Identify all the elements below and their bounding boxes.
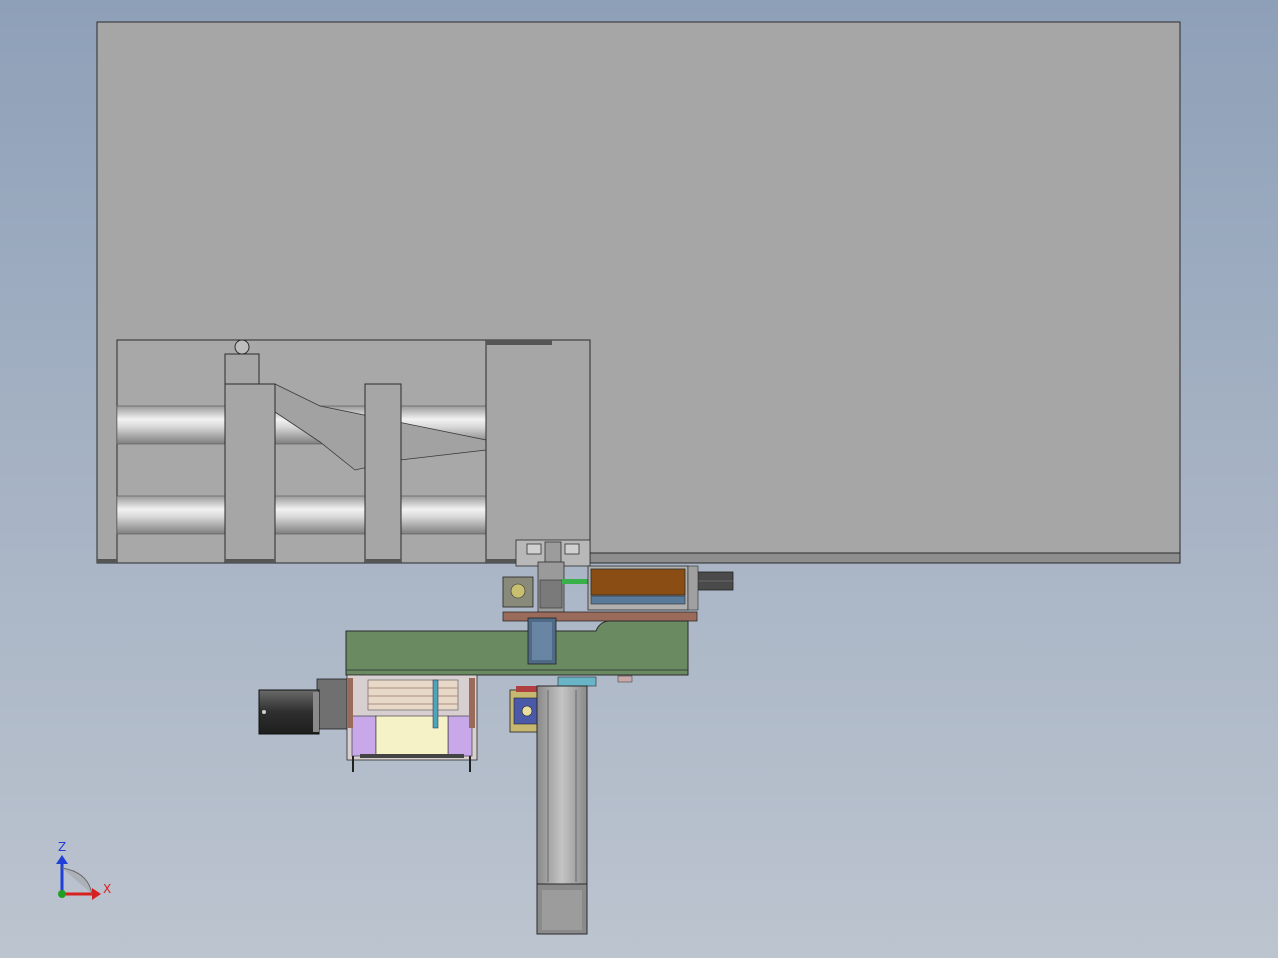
- foot-2: [225, 559, 275, 563]
- platen-left-top[interactable]: [224, 353, 260, 385]
- copper-side-right: [469, 678, 475, 728]
- violet-block-right[interactable]: [447, 715, 473, 757]
- cad-graphics-viewport[interactable]: Z X: [0, 0, 1278, 958]
- small-fitting: [617, 675, 633, 683]
- lift-block-bolt: [521, 705, 533, 717]
- x-axis-arrow: [92, 888, 101, 900]
- teal-pin[interactable]: [432, 679, 439, 729]
- gripper-center[interactable]: [544, 541, 562, 563]
- gripper-jaw-left[interactable]: [526, 543, 542, 555]
- vertical-servo-cap: [532, 622, 552, 660]
- lifting-eye[interactable]: [234, 339, 250, 355]
- servo-motor-flange: [313, 692, 319, 732]
- slide-bracket-right: [687, 565, 699, 611]
- axis-triad: Z X: [56, 840, 111, 900]
- fixed-platen-top-strip: [486, 340, 552, 345]
- triad-origin: [58, 890, 66, 898]
- platen-middle[interactable]: [364, 383, 402, 564]
- foot-3: [365, 559, 401, 563]
- brown-slide-block[interactable]: [590, 568, 686, 596]
- step-motor-shaft: [510, 583, 526, 599]
- housing-bottom-rail[interactable]: [589, 552, 1181, 564]
- servo-motor-bolt: [262, 710, 266, 714]
- foot-4: [486, 559, 516, 563]
- z-axis-arrow: [56, 855, 68, 864]
- copper-side-left: [347, 678, 353, 728]
- x-axis-label: X: [103, 882, 111, 896]
- linear-module-end-face: [542, 890, 582, 930]
- z-axis-label: Z: [58, 840, 66, 854]
- spring-stack: [539, 579, 563, 609]
- servo-motor-left[interactable]: [258, 689, 320, 735]
- y-axis-arc: [61, 867, 93, 895]
- roller-top[interactable]: [367, 679, 459, 711]
- teal-bracket[interactable]: [557, 676, 597, 687]
- linear-module-column[interactable]: [536, 685, 588, 887]
- slide-rail: [590, 595, 686, 605]
- violet-block-left[interactable]: [351, 715, 377, 757]
- platen-left[interactable]: [224, 383, 276, 564]
- foot-1: [97, 559, 117, 563]
- roller-base-bar: [360, 754, 464, 758]
- green-base-plate[interactable]: [345, 620, 689, 676]
- green-connector: [562, 579, 590, 584]
- gripper-jaw-right[interactable]: [564, 543, 580, 555]
- fixed-platen[interactable]: [485, 339, 591, 564]
- motor-bracket[interactable]: [316, 678, 348, 730]
- tie-bar-lower[interactable]: [116, 495, 488, 535]
